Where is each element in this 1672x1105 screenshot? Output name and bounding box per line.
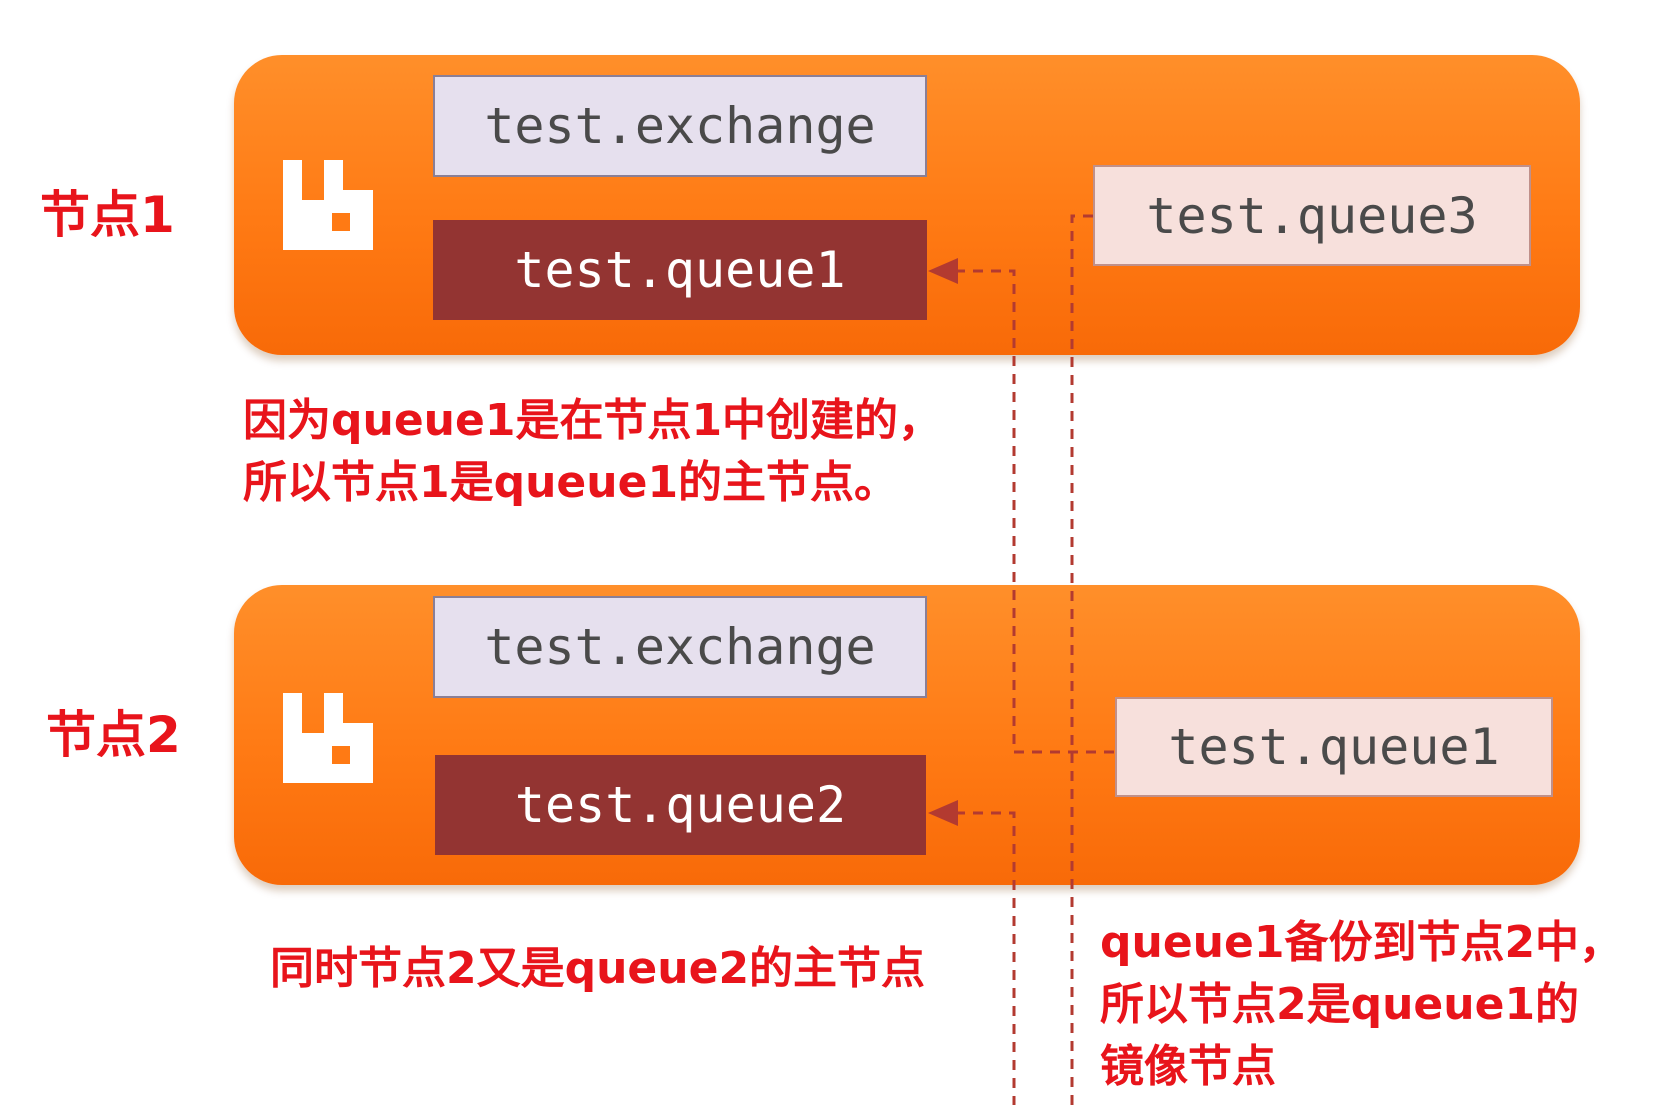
- note-line: 同时节点2又是queue2的主节点: [270, 943, 926, 994]
- node-1-mirror-queue: test.queue3: [1093, 165, 1531, 266]
- node-1-master-queue: test.queue1: [433, 220, 927, 320]
- node-1-exchange: test.exchange: [433, 75, 927, 177]
- node-2-exchange: test.exchange: [433, 596, 927, 698]
- note-line: 所以节点1是queue1的主节点。: [243, 457, 899, 508]
- node-1-label: 节点1: [40, 186, 175, 244]
- rabbitmq-logo-icon: [283, 160, 373, 250]
- node-2-master-queue: test.queue2: [435, 755, 926, 855]
- node-2-master-note: 同时节点2又是queue2的主节点: [270, 938, 925, 1000]
- note-line: 所以节点2是queue1的: [1100, 979, 1580, 1030]
- node-1-master-note: 因为queue1是在节点1中创建的， 所以节点1是queue1的主节点。: [243, 390, 942, 514]
- mirror-note: queue1备份到节点2中， 所以节点2是queue1的 镜像节点: [1100, 912, 1623, 1098]
- note-line: 因为queue1是在节点1中创建的，: [243, 395, 943, 446]
- node-2-label: 节点2: [46, 706, 181, 764]
- node-2-mirror-queue: test.queue1: [1115, 697, 1553, 797]
- note-line: queue1备份到节点2中，: [1100, 917, 1624, 968]
- note-line: 镜像节点: [1100, 1041, 1276, 1092]
- rabbitmq-logo-icon: [283, 693, 373, 783]
